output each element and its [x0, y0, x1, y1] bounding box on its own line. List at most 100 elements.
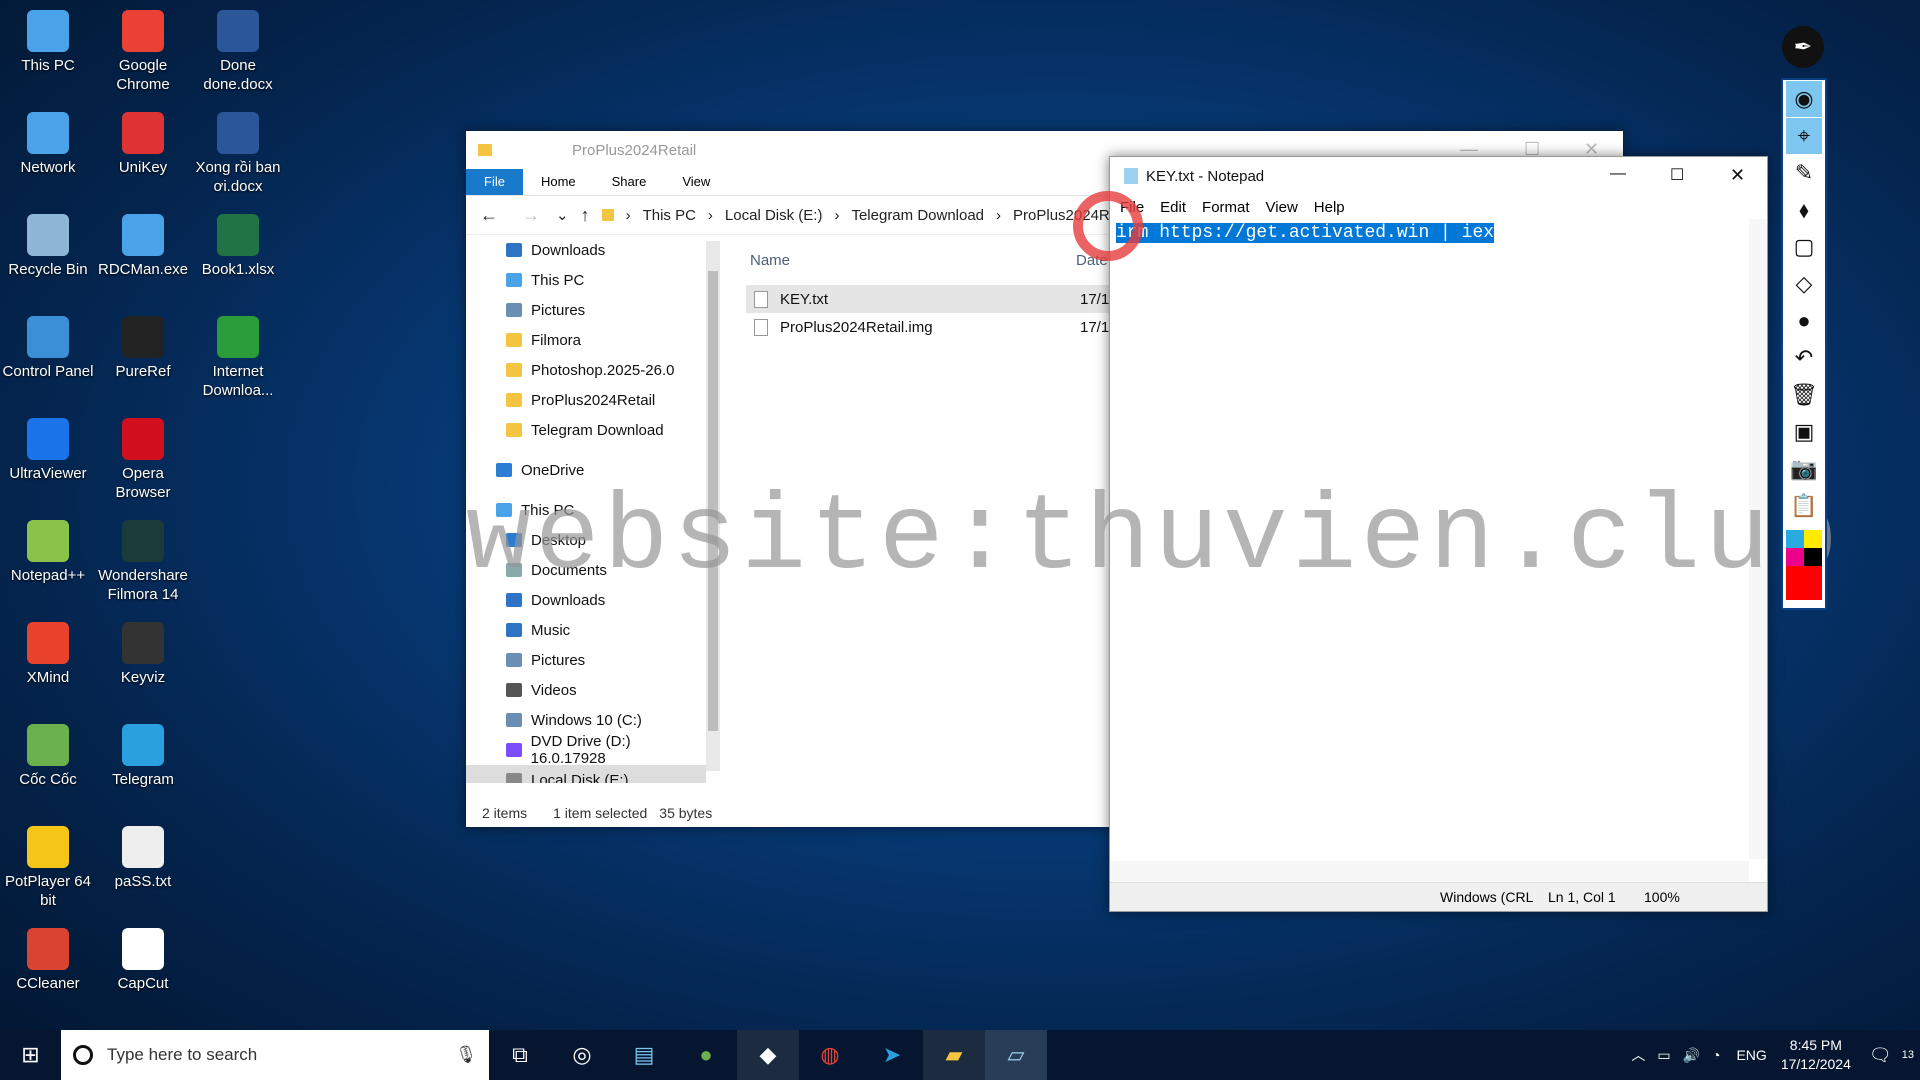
nav-item[interactable]: DVD Drive (D:) 16.0.17928 [466, 733, 706, 767]
nav-item[interactable]: ProPlus2024Retail [466, 385, 706, 415]
menu-edit[interactable]: Edit [1160, 199, 1186, 216]
color-swatch-magenta[interactable] [1786, 548, 1804, 566]
telegram-taskbar-icon[interactable]: ➤ [861, 1030, 923, 1080]
color-swatch-black[interactable] [1804, 548, 1822, 566]
clipboard-icon[interactable]: 📋 [1786, 488, 1822, 524]
desktop-icon[interactable]: Wondershare Filmora 14 [95, 516, 191, 604]
wifi-icon[interactable]: ◔ [1712, 1047, 1720, 1063]
breadcrumb-item[interactable]: Local Disk (E:) [725, 207, 823, 224]
whiteboard-icon[interactable]: ▣ [1786, 414, 1822, 450]
desktop-icon[interactable]: Control Panel [0, 312, 96, 381]
nav-item[interactable]: Pictures [466, 645, 706, 675]
tab-share[interactable]: Share [594, 169, 665, 195]
pen-tool-icon[interactable]: ✒ [1782, 26, 1824, 68]
language-indicator[interactable]: ENG [1736, 1047, 1766, 1063]
minimize-button[interactable]: — [1610, 165, 1626, 183]
nav-item[interactable]: Local Disk (E:) [466, 765, 706, 783]
nav-item[interactable]: Videos [466, 675, 706, 705]
file-row-key-txt[interactable]: KEY.txt 17/1 [746, 285, 1116, 313]
chevron-up-icon[interactable]: ︿ [1631, 1045, 1645, 1065]
desktop-icon[interactable]: Cốc Cốc [0, 720, 96, 789]
notification-icon[interactable]: 🗨 [1869, 1045, 1892, 1066]
desktop-icon[interactable]: UltraViewer [0, 414, 96, 483]
nav-item[interactable]: Telegram Download [466, 415, 706, 445]
desktop-icon[interactable]: CapCut [95, 924, 191, 993]
desktop-icon[interactable]: Keyviz [95, 618, 191, 687]
desktop-icon[interactable]: Notepad++ [0, 516, 96, 585]
desktop-icon[interactable]: Done done.docx [190, 6, 286, 94]
color-swatch-cyan[interactable] [1786, 530, 1804, 548]
trash-icon[interactable]: 🗑 [1786, 377, 1822, 413]
microphone-icon[interactable]: 🎙 [455, 1045, 477, 1065]
desktop-icon[interactable]: CCleaner [0, 924, 96, 993]
folder-icon [506, 623, 522, 637]
color-swatch-yellow[interactable] [1804, 530, 1822, 548]
task-view-icon[interactable]: ⧉ [489, 1030, 551, 1080]
desktop-icon[interactable]: This PC [0, 6, 96, 75]
nav-item[interactable]: Music [466, 615, 706, 645]
pen-icon[interactable]: ✎ [1786, 155, 1822, 191]
pureref-taskbar-icon[interactable]: ◎ [551, 1030, 613, 1080]
app-icon [122, 316, 164, 358]
nav-item[interactable]: Pictures [466, 295, 706, 325]
desktop-icon[interactable]: Google Chrome [95, 6, 191, 94]
coccoc-taskbar-icon[interactable]: ● [675, 1030, 737, 1080]
nav-item[interactable]: Filmora [466, 325, 706, 355]
eye-icon[interactable]: ◉ [1786, 81, 1822, 117]
filmora-taskbar-icon[interactable]: ◆ [737, 1030, 799, 1080]
brush-size-icon[interactable]: ● [1786, 303, 1822, 339]
menu-format[interactable]: Format [1202, 199, 1250, 216]
selected-text[interactable]: irm https://get.activated.win | iex [1116, 223, 1495, 243]
nav-item[interactable]: Downloads [466, 235, 706, 265]
notepad-title-bar: KEY.txt - Notepad — ☐ ✕ [1110, 157, 1767, 195]
maximize-button[interactable]: ☐ [1670, 165, 1684, 185]
nav-item[interactable]: Windows 10 (C:) [466, 705, 706, 735]
control-panel-taskbar-icon[interactable]: ▤ [613, 1030, 675, 1080]
back-arrow-icon[interactable]: ← [480, 205, 498, 226]
desktop-icon[interactable]: UniKey [95, 108, 191, 177]
desktop-icon[interactable]: Opera Browser [95, 414, 191, 502]
color-palette[interactable] [1786, 530, 1822, 600]
breadcrumb-item[interactable]: This PC [643, 207, 696, 224]
eraser-icon[interactable]: ◇ [1786, 266, 1822, 302]
desktop-icon[interactable]: Book1.xlsx [190, 210, 286, 279]
tab-home[interactable]: Home [523, 169, 594, 195]
cursor-select-icon[interactable]: ⌖ [1786, 118, 1822, 154]
file-explorer-taskbar-icon[interactable]: ▰ [923, 1030, 985, 1080]
color-swatch-red[interactable] [1786, 566, 1822, 600]
breadcrumb-item[interactable]: Telegram Download [851, 207, 984, 224]
desktop-icon[interactable]: XMind [0, 618, 96, 687]
nav-item[interactable]: Photoshop.2025-26.0 [466, 355, 706, 385]
desktop-icon[interactable]: RDCMan.exe [95, 210, 191, 279]
desktop-icon[interactable]: Xong rồi ban ơi.docx [190, 108, 286, 196]
volume-icon[interactable]: 🔊 [1683, 1047, 1700, 1064]
highlighter-icon[interactable]: ⬧ [1786, 192, 1822, 228]
tab-file[interactable]: File [466, 169, 523, 195]
column-name[interactable]: Name [750, 252, 1076, 269]
search-box[interactable]: Type here to search 🎙 [61, 1030, 489, 1080]
forward-arrow-icon[interactable]: → [522, 205, 540, 226]
chevron-down-icon[interactable]: ⌄ [556, 206, 569, 224]
start-button[interactable]: ⊞ [0, 1030, 61, 1080]
desktop-icon[interactable]: Network [0, 108, 96, 177]
desktop-icon[interactable]: PotPlayer 64 bit [0, 822, 96, 910]
up-arrow-icon[interactable]: ↑ [581, 205, 590, 226]
clock[interactable]: 8:45 PM 17/12/2024 [1781, 1036, 1851, 1074]
horizontal-scrollbar[interactable] [1110, 861, 1749, 883]
chrome-taskbar-icon[interactable]: ◍ [799, 1030, 861, 1080]
camera-icon[interactable]: 📷 [1786, 451, 1822, 487]
desktop-icon[interactable]: Telegram [95, 720, 191, 789]
notepad-taskbar-icon[interactable]: ▱ [985, 1030, 1047, 1080]
menu-help[interactable]: Help [1314, 199, 1345, 216]
nav-item[interactable]: This PC [466, 265, 706, 295]
desktop-icon[interactable]: paSS.txt [95, 822, 191, 891]
close-button[interactable]: ✕ [1730, 165, 1745, 186]
rectangle-icon[interactable]: ▢ [1786, 229, 1822, 265]
menu-view[interactable]: View [1266, 199, 1298, 216]
desktop-icon[interactable]: PureRef [95, 312, 191, 381]
battery-icon[interactable]: ▭ [1657, 1047, 1670, 1064]
tab-view[interactable]: View [664, 169, 728, 195]
desktop-icon[interactable]: Recycle Bin [0, 210, 96, 279]
desktop-icon[interactable]: Internet Downloa... [190, 312, 286, 400]
undo-icon[interactable]: ↶ [1786, 340, 1822, 376]
